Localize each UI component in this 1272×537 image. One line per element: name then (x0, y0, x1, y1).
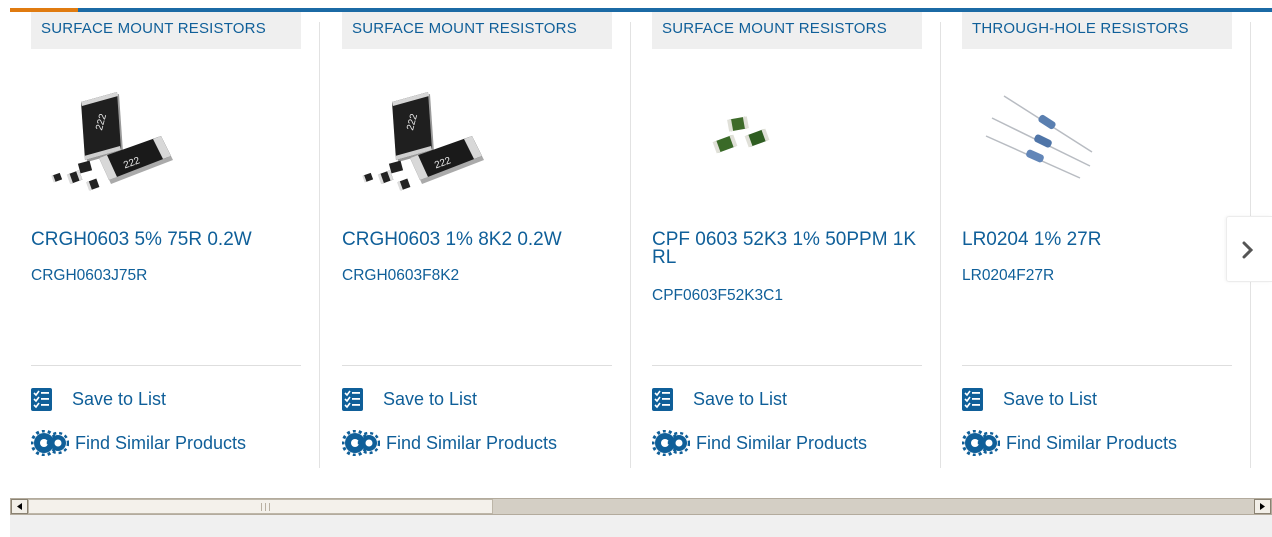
part-number-link[interactable]: CRGH0603F8K2 (342, 267, 459, 285)
part-number-link[interactable]: LR0204F27R (962, 267, 1054, 285)
save-to-list-button[interactable]: Save to List (342, 386, 477, 412)
scroll-left-button[interactable] (11, 499, 28, 514)
save-to-list-button[interactable]: Save to List (962, 386, 1097, 412)
scroll-right-button[interactable] (1254, 499, 1271, 514)
chevron-right-icon (1242, 241, 1254, 259)
scrollbar-thumb[interactable] (28, 499, 493, 514)
checklist-icon (652, 387, 673, 411)
find-similar-label: Find Similar Products (75, 432, 247, 453)
green-chip-resistors-image[interactable] (652, 74, 812, 204)
gears-icon (31, 430, 69, 456)
divider (31, 365, 301, 366)
checklist-icon (342, 387, 363, 411)
product-card: THROUGH-HOLE RESISTORS LR0204 1% 27R LR0… (941, 12, 1251, 468)
find-similar-button[interactable]: Find Similar Products (652, 430, 867, 456)
checklist-icon (962, 387, 983, 411)
page-footer-strip (10, 515, 1272, 537)
save-to-list-label: Save to List (383, 388, 478, 409)
gears-icon (342, 430, 380, 456)
gears-icon (962, 430, 1000, 456)
find-similar-button[interactable]: Find Similar Products (962, 430, 1177, 456)
triangle-left-icon (17, 503, 22, 510)
divider (962, 365, 1232, 366)
triangle-right-icon (1260, 503, 1265, 510)
horizontal-scrollbar[interactable] (10, 498, 1272, 515)
gears-icon (652, 430, 690, 456)
product-title-link[interactable]: CRGH0603 5% 75R 0.2W (31, 230, 301, 249)
category-label: SURFACE MOUNT RESISTORS (342, 12, 612, 49)
part-number-link[interactable]: CPF0603F52K3C1 (652, 287, 783, 305)
product-carousel: SURFACE MOUNT RESISTORS 222 222 CRGH0603… (10, 12, 1272, 472)
product-card: SURFACE MOUNT RESISTORS 222 222 CRGH0603… (10, 12, 320, 468)
product-card: SURFACE MOUNT RESISTORS 222 222 CRGH0603… (321, 12, 631, 468)
save-to-list-label: Save to List (1003, 388, 1098, 409)
save-to-list-label: Save to List (72, 388, 167, 409)
product-title-link[interactable]: CRGH0603 1% 8K2 0.2W (342, 230, 612, 249)
axial-resistors-image[interactable] (962, 74, 1122, 204)
checklist-icon (31, 387, 52, 411)
divider (342, 365, 612, 366)
find-similar-label: Find Similar Products (696, 432, 868, 453)
save-to-list-label: Save to List (693, 388, 788, 409)
product-card: SURFACE MOUNT RESISTORS CPF 0603 52K3 1%… (631, 12, 941, 468)
category-label: SURFACE MOUNT RESISTORS (31, 12, 301, 49)
smd-chip-resistors-image[interactable]: 222 222 (31, 74, 191, 204)
product-title-link[interactable]: LR0204 1% 27R (962, 230, 1232, 249)
category-label: SURFACE MOUNT RESISTORS (652, 12, 922, 49)
save-to-list-button[interactable]: Save to List (31, 386, 166, 412)
find-similar-label: Find Similar Products (386, 432, 558, 453)
grip-icon (261, 503, 270, 511)
product-title-link[interactable]: CPF 0603 52K3 1% 50PPM 1K RL (652, 230, 922, 267)
find-similar-label: Find Similar Products (1006, 432, 1178, 453)
category-label: THROUGH-HOLE RESISTORS (962, 12, 1232, 49)
find-similar-button[interactable]: Find Similar Products (342, 430, 557, 456)
divider (652, 365, 922, 366)
part-number-link[interactable]: CRGH0603J75R (31, 267, 147, 285)
carousel-next-button[interactable] (1226, 216, 1272, 282)
smd-chip-resistors-image[interactable]: 222 222 (342, 74, 502, 204)
find-similar-button[interactable]: Find Similar Products (31, 430, 246, 456)
save-to-list-button[interactable]: Save to List (652, 386, 787, 412)
